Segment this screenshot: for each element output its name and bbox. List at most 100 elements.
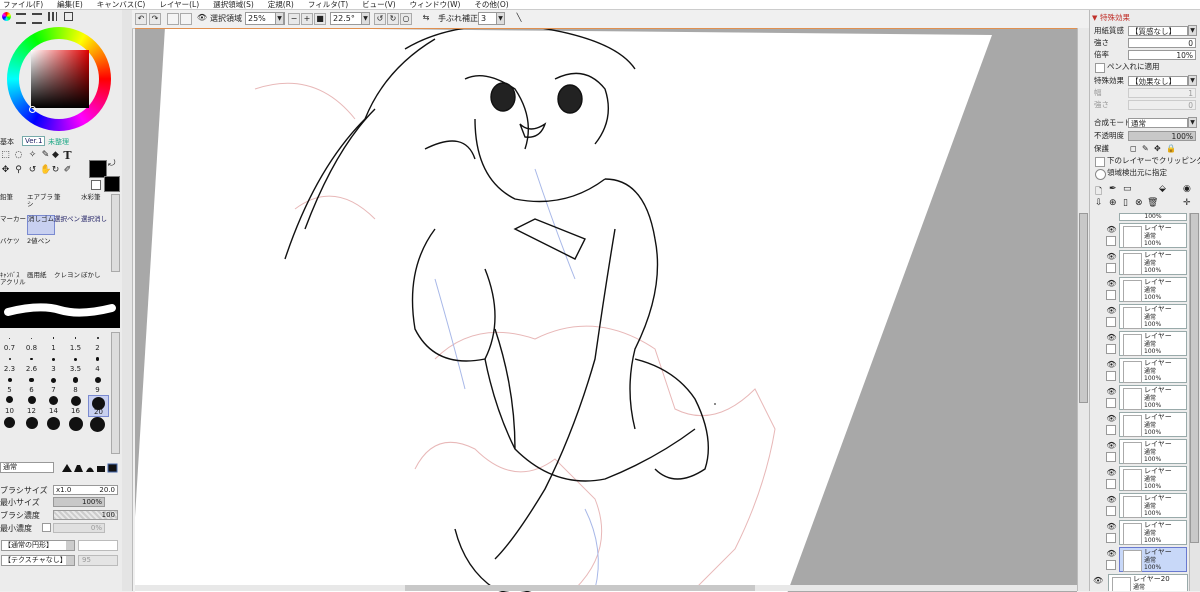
magic-wand-icon[interactable]: ✧ xyxy=(27,150,38,161)
undo-button[interactable]: ↶ xyxy=(135,13,147,25)
brush-size-12[interactable]: 12 xyxy=(22,395,41,415)
menu-item[interactable]: レイヤー(L) xyxy=(156,0,210,9)
menu-item[interactable]: ファイル(F) xyxy=(0,0,54,9)
lock-all-icon[interactable]: 🔒 xyxy=(1166,144,1176,153)
layer-visibility-icon[interactable]: 👁 xyxy=(1106,278,1117,289)
invert-selection-button[interactable] xyxy=(180,13,192,25)
layer-select-checkbox[interactable] xyxy=(1106,452,1116,462)
layer-item[interactable]: レイヤー 通常 100% xyxy=(1119,250,1187,275)
brush-select-erase[interactable]: 選択消し xyxy=(81,216,107,234)
layer-select-checkbox[interactable] xyxy=(1106,425,1116,435)
layer-visibility-icon[interactable]: 👁 xyxy=(1093,576,1103,585)
paper-texture-select[interactable]: 【質感なし】 xyxy=(1128,26,1188,36)
saturation-value-square[interactable] xyxy=(31,50,89,108)
move-icon[interactable]: ✥ xyxy=(0,165,11,176)
tab-ver1[interactable]: Ver.1 xyxy=(22,136,46,146)
zoom-reset-button[interactable]: ■ xyxy=(314,13,326,25)
layer-item[interactable]: レイヤー 通常 100% xyxy=(1119,493,1187,518)
layer-select-checkbox[interactable] xyxy=(1106,236,1116,246)
brush-airbrush[interactable]: エアブラシ xyxy=(27,194,53,212)
layer-list-scrollbar[interactable] xyxy=(1189,213,1200,591)
layer-item[interactable]: レイヤー 通常 100% xyxy=(1119,277,1187,302)
brush-size-14[interactable]: 14 xyxy=(44,395,63,415)
reference-radio[interactable] xyxy=(1095,169,1106,180)
brush-crayon[interactable]: クレヨン xyxy=(54,272,80,290)
layer-style-icon[interactable]: ⬙ xyxy=(1159,184,1166,194)
tab-unsorted[interactable]: 未整理 xyxy=(48,137,69,147)
menu-item[interactable]: 編集(E) xyxy=(54,0,94,9)
brush-size-40[interactable] xyxy=(66,416,85,436)
layer-visibility-icon[interactable]: 👁 xyxy=(1106,359,1117,370)
brush-size-2[interactable]: 2 xyxy=(88,332,107,352)
strength2-field[interactable]: 0 xyxy=(1128,100,1196,110)
layer-item[interactable]: レイヤー 通常 100% xyxy=(1119,520,1187,545)
section-arrow-icon[interactable]: ▼ xyxy=(1092,14,1097,22)
color-wheel-mode-icon[interactable] xyxy=(2,12,11,21)
brush-size-1.5[interactable]: 1.5 xyxy=(66,332,85,352)
lock-transparency-icon[interactable]: ◻ xyxy=(1130,144,1137,153)
layer-visibility-icon[interactable]: 👁 xyxy=(1106,224,1117,235)
menu-item[interactable]: 定規(R) xyxy=(265,0,305,9)
brush-drawing-paper[interactable]: 画用紙 xyxy=(27,272,53,290)
top-layer-row[interactable]: 100% xyxy=(1119,213,1187,221)
layer-select-checkbox[interactable] xyxy=(1106,560,1116,570)
opacity-slider[interactable]: 100% xyxy=(1128,131,1196,141)
stabilizer-dropdown-icon[interactable]: ▼ xyxy=(496,12,505,25)
brush-blend-select[interactable]: 通常 xyxy=(0,462,54,473)
brush-size-30[interactable] xyxy=(22,416,41,436)
layer-item[interactable]: レイヤー 通常 100% xyxy=(1119,304,1187,329)
trash-icon[interactable]: 🗑 xyxy=(1147,198,1158,208)
min-density-checkbox[interactable] xyxy=(42,523,51,532)
brush-eraser[interactable]: 消しゴム xyxy=(27,215,55,235)
delete-layer-icon[interactable]: ⊗ xyxy=(1135,198,1143,208)
text-tool-icon[interactable]: T xyxy=(62,150,73,161)
brush-size-2.3[interactable]: 2.3 xyxy=(0,353,19,373)
brush-size-35[interactable] xyxy=(44,416,63,436)
brush-size-50[interactable] xyxy=(88,416,107,436)
layer-item[interactable]: レイヤー 通常 100% xyxy=(1119,223,1187,248)
brush-size-2.6[interactable]: 2.6 xyxy=(22,353,41,373)
rotate-reset-button[interactable]: ○ xyxy=(400,13,412,25)
layer-select-checkbox[interactable] xyxy=(1106,290,1116,300)
shape-icon[interactable]: ◆ xyxy=(50,150,61,161)
brush-bucket[interactable]: バケツ xyxy=(0,238,26,256)
layer-visibility-icon[interactable]: 👁 xyxy=(1106,332,1117,343)
density-slider[interactable]: 100 xyxy=(53,510,118,520)
layer-select-checkbox[interactable] xyxy=(1106,263,1116,273)
layer-item[interactable]: レイヤー 通常 100% xyxy=(1119,466,1187,491)
brush-size-16[interactable]: 16 xyxy=(66,395,85,415)
effect-select[interactable]: 【効果なし】 xyxy=(1128,76,1188,86)
layer-item[interactable]: レイヤー 通常 100% xyxy=(1119,439,1187,464)
clear-layer-icon[interactable]: ▯ xyxy=(1123,198,1128,208)
rotate-view-icon[interactable]: ↻ xyxy=(50,165,61,176)
brush-shape-options[interactable] xyxy=(60,462,120,473)
swap-colors-icon[interactable]: ⤾ xyxy=(108,159,116,169)
new-folder-icon[interactable]: ▭ xyxy=(1123,184,1132,194)
tab-basic[interactable]: 基本 xyxy=(0,137,14,147)
deselect-button[interactable] xyxy=(167,13,179,25)
scale-field[interactable]: 10% xyxy=(1128,50,1196,60)
layer-scroll-thumb[interactable] xyxy=(1190,213,1199,543)
size-grid-scroll[interactable] xyxy=(111,332,120,454)
layer-select-checkbox[interactable] xyxy=(1106,533,1116,543)
lasso-icon[interactable]: ◌ xyxy=(13,150,24,161)
menu-item[interactable]: ビュー(V) xyxy=(359,0,406,9)
canvas-horizontal-scrollbar[interactable] xyxy=(135,585,1077,591)
layer-visibility-icon[interactable]: 👁 xyxy=(1106,521,1117,532)
brush-brush[interactable]: 筆 xyxy=(54,194,80,212)
merge-down-icon[interactable]: ⊕ xyxy=(1109,198,1117,208)
rotate-left-button[interactable]: ↺ xyxy=(374,13,386,25)
brush-watercolor[interactable]: 水彩筆 xyxy=(81,194,107,212)
eyedropper-icon[interactable]: ✐ xyxy=(62,165,73,176)
layer-visibility-icon[interactable]: 👁 xyxy=(1106,413,1117,424)
rgb-slider-icon[interactable] xyxy=(16,13,26,24)
brush-size-8[interactable]: 8 xyxy=(66,374,85,394)
brush-size-0.8[interactable]: 0.8 xyxy=(22,332,41,352)
layer-select-checkbox[interactable] xyxy=(1106,371,1116,381)
brush-size-9[interactable]: 9 xyxy=(88,374,107,394)
layer-visibility-icon[interactable]: 👁 xyxy=(1106,467,1117,478)
layer-item[interactable]: レイヤー 通常 100% xyxy=(1119,331,1187,356)
rect-select-icon[interactable]: ⬚ xyxy=(0,150,11,161)
hscroll-thumb[interactable] xyxy=(405,585,755,591)
background-color[interactable] xyxy=(104,176,120,192)
